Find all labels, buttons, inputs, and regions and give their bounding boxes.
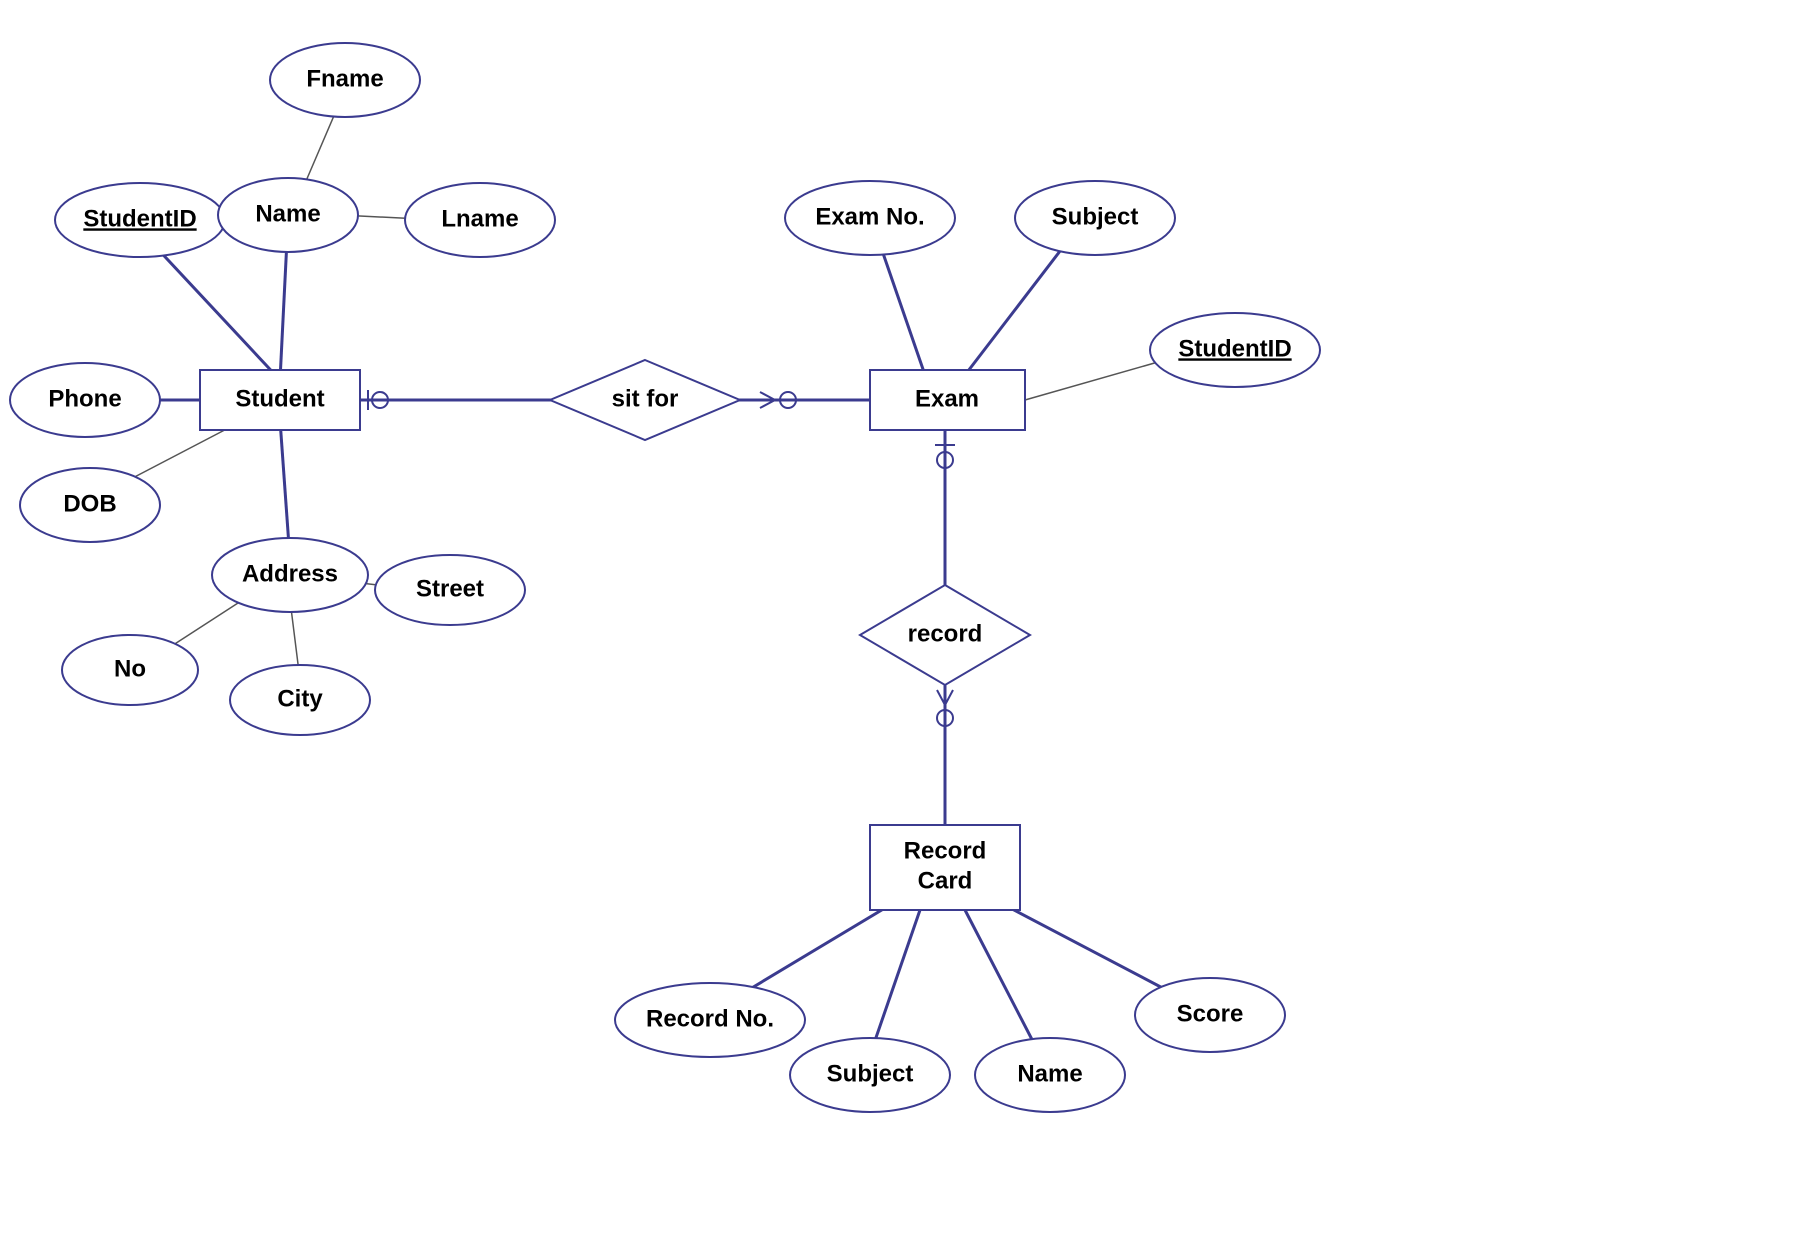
attr-phone-label: Phone [48,385,121,412]
relationship-record-label: record [908,620,983,647]
attr-name-record-label: Name [1017,1060,1082,1087]
attr-no-label: No [114,655,146,682]
attr-lname-label: Lname [441,205,518,232]
entity-record-card-label-2: Card [918,867,973,894]
attr-name-label: Name [255,200,320,227]
entity-student-label: Student [235,385,324,412]
attr-exam-studentid-label: StudentID [1178,335,1291,362]
attr-score-label: Score [1177,1000,1244,1027]
entity-exam-label: Exam [915,385,979,412]
attr-subject-exam-label: Subject [1052,203,1139,230]
attr-address-label: Address [242,560,338,587]
conn-recordcard-subject [870,910,920,1055]
attr-examno-label: Exam No. [815,203,924,230]
attr-fname-label: Fname [306,65,383,92]
attr-studentid-label: StudentID [83,205,196,232]
attr-subject-record-label: Subject [827,1060,914,1087]
attr-dob-label: DOB [63,490,116,517]
conn-recordcard-name [965,910,1040,1055]
relationship-sit-for-label: sit for [612,385,679,412]
entity-record-card-label-1: Record [904,837,987,864]
attr-recordno-label: Record No. [646,1005,774,1032]
attr-city-label: City [277,685,323,712]
conn-exam-studentid [1025,360,1165,400]
er-diagram: Student Exam Record Card sit for record … [0,0,1800,1250]
attr-street-label: Street [416,575,484,602]
